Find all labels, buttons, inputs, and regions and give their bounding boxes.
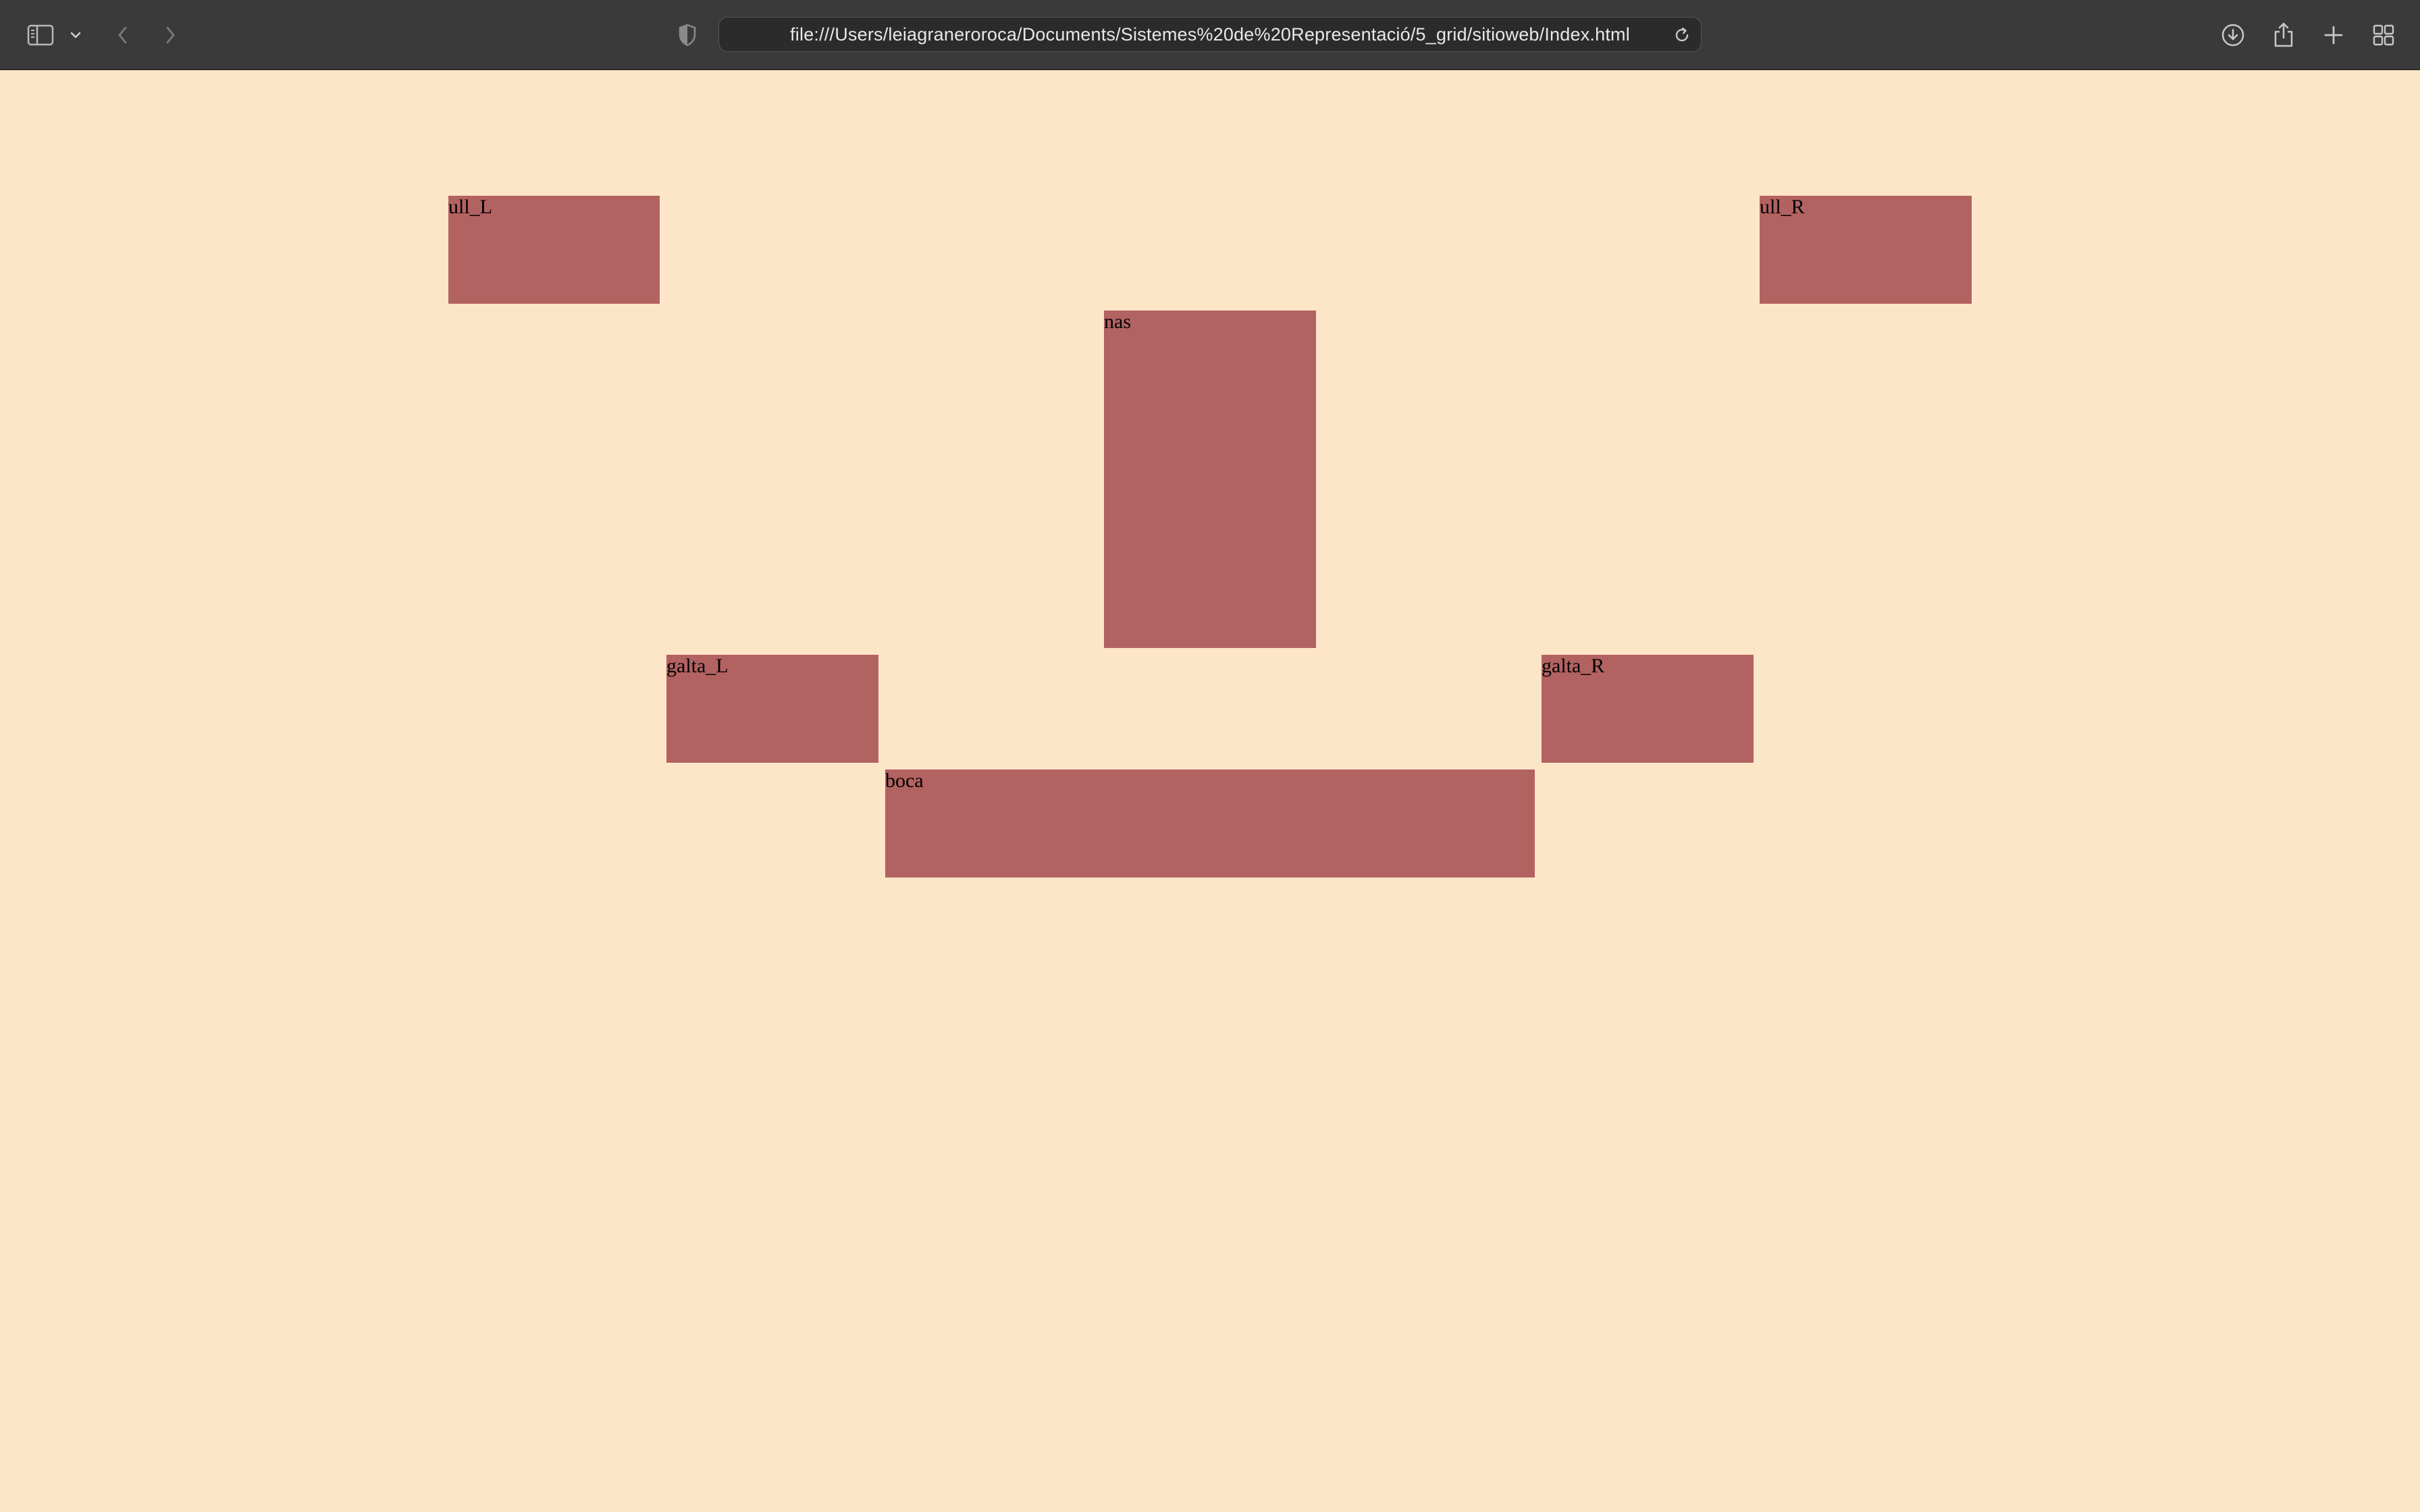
plus-icon[interactable]: [2317, 19, 2350, 51]
boca-box: boca: [885, 770, 1535, 878]
reload-icon[interactable]: [1670, 23, 1694, 47]
galta-r-box: galta_R: [1542, 655, 1754, 763]
browser-toolbar: file:///Users/leiagraneroroca/Documents/…: [0, 0, 2420, 70]
ull-l-box: ull_L: [448, 196, 660, 304]
nas-label: nas: [1104, 310, 1131, 333]
chevron-right-icon[interactable]: [154, 19, 186, 51]
galta-l-box: galta_L: [666, 655, 878, 763]
nas-box: nas: [1104, 310, 1316, 648]
galta-r-label: galta_R: [1542, 655, 1605, 677]
galta-l-label: galta_L: [666, 655, 729, 677]
sidebar-icon[interactable]: [24, 19, 57, 51]
ull-r-box: ull_R: [1760, 196, 1972, 304]
chevron-down-icon[interactable]: [61, 19, 90, 51]
download-icon[interactable]: [2217, 19, 2249, 51]
chevron-left-icon[interactable]: [107, 19, 139, 51]
share-icon[interactable]: [2267, 19, 2300, 51]
boca-label: boca: [885, 770, 924, 792]
url-text[interactable]: file:///Users/leiagraneroroca/Documents/…: [719, 18, 1701, 51]
ull-l-label: ull_L: [448, 196, 492, 218]
ull-r-label: ull_R: [1760, 196, 1805, 218]
tab-overview-icon[interactable]: [2367, 19, 2400, 51]
address-bar[interactable]: file:///Users/leiagraneroroca/Documents/…: [718, 17, 1702, 52]
shield-icon[interactable]: [671, 19, 704, 51]
